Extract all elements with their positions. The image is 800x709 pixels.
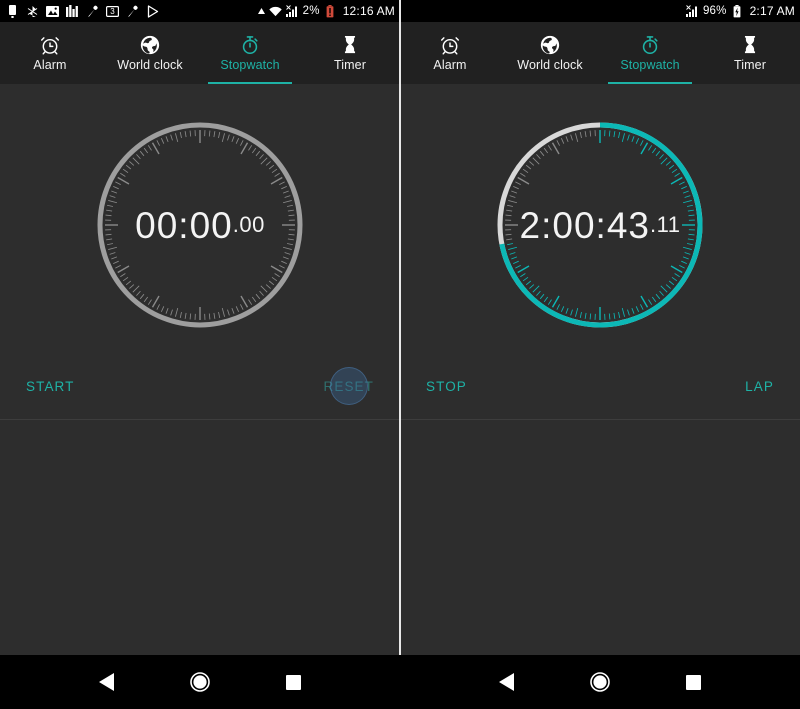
tab-alarm[interactable]: Alarm xyxy=(400,22,500,84)
alarm-clock-icon xyxy=(39,34,61,56)
home-button[interactable] xyxy=(580,662,620,702)
status-bar-clock: 2:17 AM xyxy=(749,4,795,18)
elapsed-time-main: 2:00:43 xyxy=(519,204,650,246)
microphone-icon xyxy=(126,5,139,18)
elapsed-time-display: 00:00.00 xyxy=(94,119,306,331)
stopwatch-actions: START RESET xyxy=(0,362,400,410)
signal-bars-icon xyxy=(685,5,699,18)
tab-bar: Alarm World clock Stopwatch Timer xyxy=(400,22,800,84)
stopwatch-dial-container: 00:00.00 xyxy=(0,106,400,344)
back-button[interactable] xyxy=(487,662,527,702)
microphone-icon xyxy=(86,5,99,18)
panel-divider xyxy=(399,0,401,655)
navigation-buttons-left xyxy=(0,655,400,709)
screen-record-icon: 3 xyxy=(106,5,119,18)
battery-percent: 2% xyxy=(302,5,320,17)
tab-label: Timer xyxy=(734,58,766,73)
dual-screenshot: 3 2% 12:16 AM Alarm World clock Stopwatc… xyxy=(0,0,800,709)
wifi-icon xyxy=(268,5,282,18)
tab-label: Timer xyxy=(334,58,366,73)
stopwatch-dial-container: 2:00:43.11 xyxy=(400,106,800,344)
hourglass-icon xyxy=(739,34,761,56)
photo-icon xyxy=(46,5,59,18)
tab-stopwatch[interactable]: Stopwatch xyxy=(600,22,700,84)
stopwatch-dial[interactable]: 2:00:43.11 xyxy=(494,119,706,331)
tab-stopwatch[interactable]: Stopwatch xyxy=(200,22,300,84)
system-navigation-bar xyxy=(0,655,800,709)
globe-icon xyxy=(139,34,161,56)
back-button[interactable] xyxy=(87,662,127,702)
sim-card-icon xyxy=(6,4,19,18)
tab-label: Stopwatch xyxy=(620,58,680,73)
tab-world-clock[interactable]: World clock xyxy=(500,22,600,84)
status-bar: 3 2% 12:16 AM xyxy=(0,0,400,22)
tab-label: World clock xyxy=(117,58,183,73)
tab-timer[interactable]: Timer xyxy=(300,22,400,84)
phone-panel-right: 96% 2:17 AM Alarm World clock Stopwatch xyxy=(400,0,800,709)
tab-label: Alarm xyxy=(33,58,67,73)
recents-button[interactable] xyxy=(673,662,713,702)
signal-bars-icon xyxy=(285,5,299,18)
home-button[interactable] xyxy=(180,662,220,702)
stopwatch-dial[interactable]: 00:00.00 xyxy=(94,119,306,331)
stopwatch-icon xyxy=(639,34,661,56)
recents-button[interactable] xyxy=(273,662,313,702)
reset-button[interactable]: RESET xyxy=(321,367,376,405)
status-bar-system-icons: 96% 2:17 AM xyxy=(685,4,795,18)
tab-alarm[interactable]: Alarm xyxy=(0,22,100,84)
battery-percent: 96% xyxy=(702,5,727,17)
elapsed-time-fraction: .00 xyxy=(232,212,265,237)
equalizer-icon xyxy=(66,5,79,18)
tab-label: Stopwatch xyxy=(220,58,280,73)
tab-label: World clock xyxy=(517,58,583,73)
status-bar-notification-icons: 3 xyxy=(6,4,258,18)
reset-button-label: RESET xyxy=(323,378,374,394)
battery-charging-icon xyxy=(731,4,744,18)
tab-world-clock[interactable]: World clock xyxy=(100,22,200,84)
globe-icon xyxy=(539,34,561,56)
elapsed-time-main: 00:00 xyxy=(135,204,233,246)
alarm-clock-icon xyxy=(439,34,461,56)
elapsed-time-fraction: .11 xyxy=(650,212,681,237)
tab-timer[interactable]: Timer xyxy=(700,22,800,84)
hourglass-icon xyxy=(339,34,361,56)
status-bar: 96% 2:17 AM xyxy=(400,0,800,22)
tab-bar: Alarm World clock Stopwatch Timer xyxy=(0,22,400,84)
stopwatch-content: 00:00.00 START RESET xyxy=(0,84,400,709)
play-store-icon xyxy=(146,4,159,18)
phone-panel-left: 3 2% 12:16 AM Alarm World clock Stopwatc… xyxy=(0,0,400,709)
stopwatch-content: 2:00:43.11 STOP LAP xyxy=(400,84,800,709)
start-button[interactable]: START xyxy=(24,373,77,400)
svg-text:3: 3 xyxy=(110,7,115,16)
battery-low-icon xyxy=(324,4,337,18)
stopwatch-actions: STOP LAP xyxy=(400,362,800,410)
status-bar-system-icons: 2% 12:16 AM xyxy=(257,4,395,18)
stopwatch-icon xyxy=(239,34,261,56)
elapsed-time-display: 2:00:43.11 xyxy=(494,119,706,331)
alarm-triangle-icon xyxy=(257,7,265,14)
tab-label: Alarm xyxy=(433,58,467,73)
status-bar-clock: 12:16 AM xyxy=(342,4,395,18)
stop-button[interactable]: STOP xyxy=(424,373,469,400)
navigation-buttons-right xyxy=(400,655,800,709)
lap-button[interactable]: LAP xyxy=(743,373,776,400)
bluetooth-audio-icon xyxy=(26,5,39,18)
